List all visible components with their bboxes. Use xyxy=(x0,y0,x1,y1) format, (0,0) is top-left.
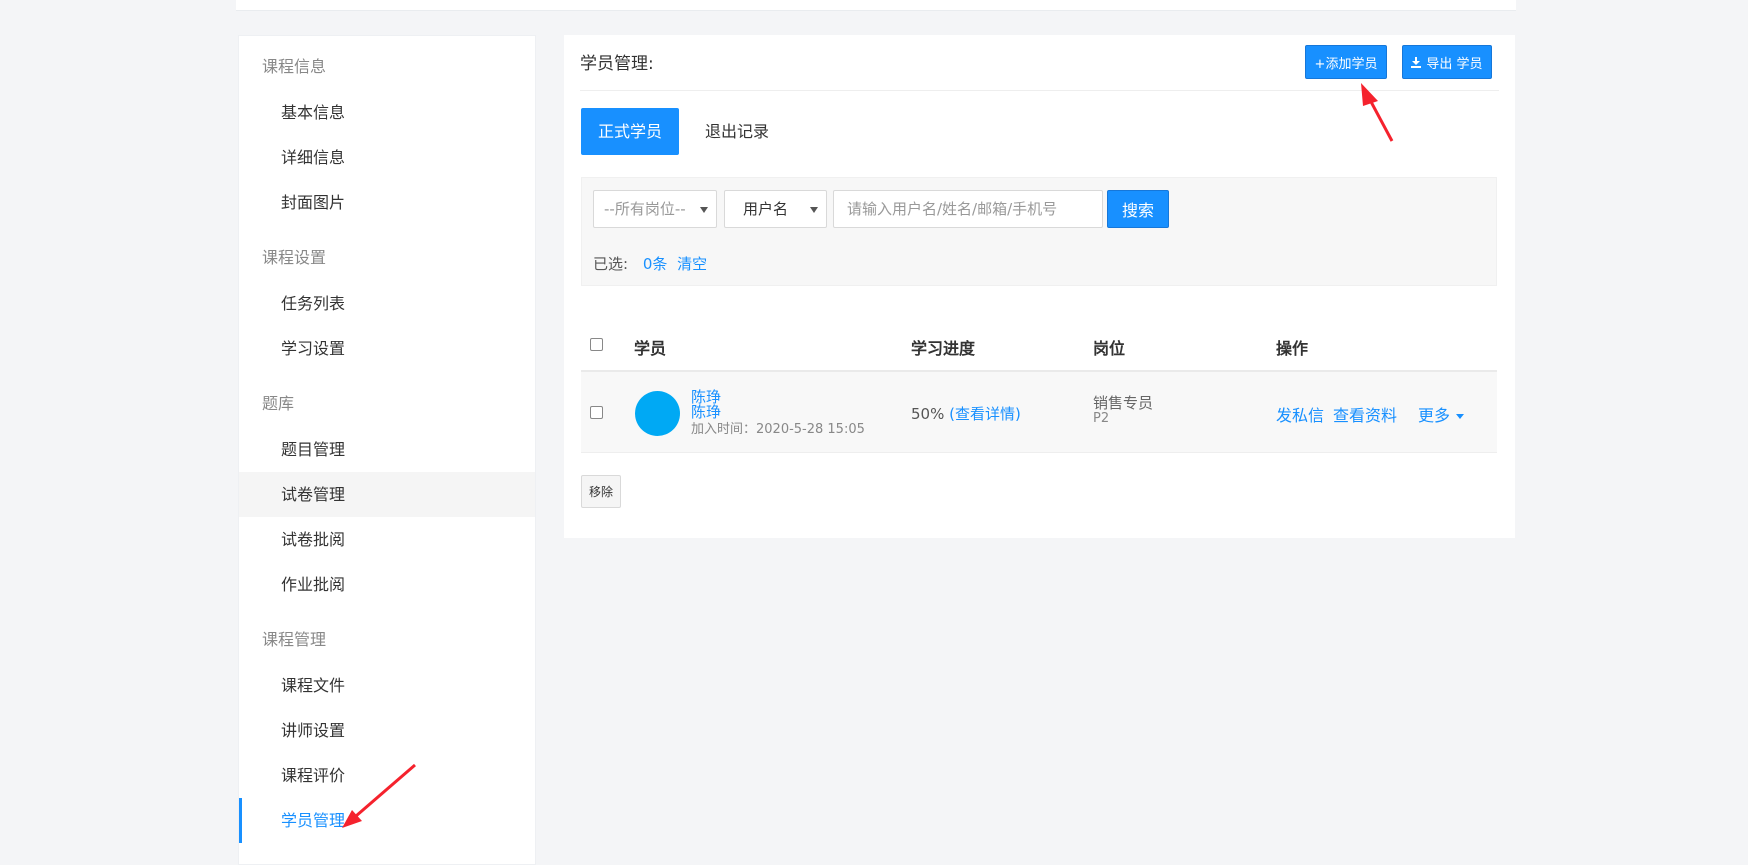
study-progress: 50% (查看详情) xyxy=(911,403,1021,424)
tab-formal-students[interactable]: 正式学员 xyxy=(581,108,680,155)
header-post: 岗位 xyxy=(1093,339,1126,358)
select-all-checkbox[interactable] xyxy=(590,338,603,351)
view-profile-link[interactable]: 查看资料 xyxy=(1333,402,1397,426)
header-divider xyxy=(580,90,1499,91)
export-student-button[interactable]: 导出 学员 xyxy=(1402,45,1492,79)
export-button-label: 导出 学员 xyxy=(1426,56,1483,72)
student-table: 学员 学习进度 岗位 操作 陈琤 陈琤 加入时间：2020-5-28 15:05… xyxy=(581,315,1497,453)
post-name: 销售专员 xyxy=(1093,394,1154,412)
filter-box: --所有岗位-- 用户名 搜索 已选: 0条 清空 xyxy=(581,177,1497,286)
selected-summary: 已选: 0条 清空 xyxy=(593,253,707,274)
page-title: 学员管理: xyxy=(580,54,654,74)
sidebar-item-detail-info[interactable]: 详细信息 xyxy=(239,135,535,180)
row-checkbox[interactable] xyxy=(590,406,603,419)
sidebar-item-question-manage[interactable]: 题目管理 xyxy=(239,427,535,472)
search-field-value: 用户名 xyxy=(743,200,789,218)
post-cell: 销售专员 P2 xyxy=(1093,395,1153,427)
sidebar-group-course-settings: 课程设置 xyxy=(262,248,327,267)
sidebar-item-student-manage[interactable]: 学员管理 xyxy=(239,798,535,843)
tab-exit-records[interactable]: 退出记录 xyxy=(688,108,786,155)
sidebar-item-study-settings[interactable]: 学习设置 xyxy=(239,326,535,371)
sidebar-item-lecturer-settings[interactable]: 讲师设置 xyxy=(239,708,535,753)
sidebar-group-course-manage: 课程管理 xyxy=(262,630,327,649)
search-input[interactable] xyxy=(833,190,1103,228)
header-actions: 操作 xyxy=(1276,339,1309,358)
sidebar-item-course-review[interactable]: 课程评价 xyxy=(239,753,535,798)
caret-down-icon xyxy=(700,207,708,213)
position-select[interactable]: --所有岗位-- xyxy=(593,190,717,228)
header-progress: 学习进度 xyxy=(911,339,976,358)
sidebar-item-cover-image[interactable]: 封面图片 xyxy=(239,180,535,225)
search-button[interactable]: 搜索 xyxy=(1107,190,1169,228)
join-time: 加入时间：2020-5-28 15:05 xyxy=(691,422,865,437)
sidebar-item-paper-manage[interactable]: 试卷管理 xyxy=(239,472,535,517)
post-level: P2 xyxy=(1093,411,1110,426)
main-panel: 学员管理: +添加学员 导出 学员 正式学员 退出记录 --所有岗位-- 用户名… xyxy=(564,35,1515,538)
position-select-value: --所有岗位-- xyxy=(604,200,686,218)
selected-label: 已选: xyxy=(593,255,629,273)
sidebar-item-paper-review[interactable]: 试卷批阅 xyxy=(239,517,535,562)
caret-down-icon xyxy=(1456,414,1465,419)
remove-button[interactable]: 移除 xyxy=(581,475,621,508)
clear-selection-link[interactable]: 清空 xyxy=(677,255,707,273)
table-header: 学员 学习进度 岗位 操作 xyxy=(581,315,1497,372)
tab-bar: 正式学员 退出记录 xyxy=(581,108,786,155)
top-header-strip xyxy=(236,0,1516,11)
caret-down-icon xyxy=(810,207,818,213)
sidebar-item-basic-info[interactable]: 基本信息 xyxy=(239,90,535,135)
selected-count[interactable]: 0条 xyxy=(643,255,668,273)
sidebar: 课程信息 基本信息 详细信息 封面图片 课程设置 任务列表 学习设置 题库 题目… xyxy=(238,35,536,865)
avatar[interactable] xyxy=(635,391,680,436)
sidebar-item-homework-review[interactable]: 作业批阅 xyxy=(239,562,535,607)
add-student-button[interactable]: +添加学员 xyxy=(1305,45,1387,79)
table-row: 陈琤 陈琤 加入时间：2020-5-28 15:05 50% (查看详情) 销售… xyxy=(581,372,1497,453)
sidebar-item-task-list[interactable]: 任务列表 xyxy=(239,281,535,326)
progress-value: 50% xyxy=(911,405,945,423)
sidebar-group-question-bank: 题库 xyxy=(262,394,295,413)
progress-detail-link[interactable]: (查看详情) xyxy=(949,405,1021,423)
send-message-link[interactable]: 发私信 xyxy=(1276,402,1324,426)
search-field-select[interactable]: 用户名 xyxy=(724,190,827,228)
header-student: 学员 xyxy=(634,339,667,358)
sidebar-item-course-files[interactable]: 课程文件 xyxy=(239,663,535,708)
more-dropdown[interactable]: 更多 xyxy=(1418,402,1465,426)
sidebar-group-course-info: 课程信息 xyxy=(262,57,327,76)
download-icon xyxy=(1411,56,1422,68)
more-label: 更多 xyxy=(1418,406,1451,425)
